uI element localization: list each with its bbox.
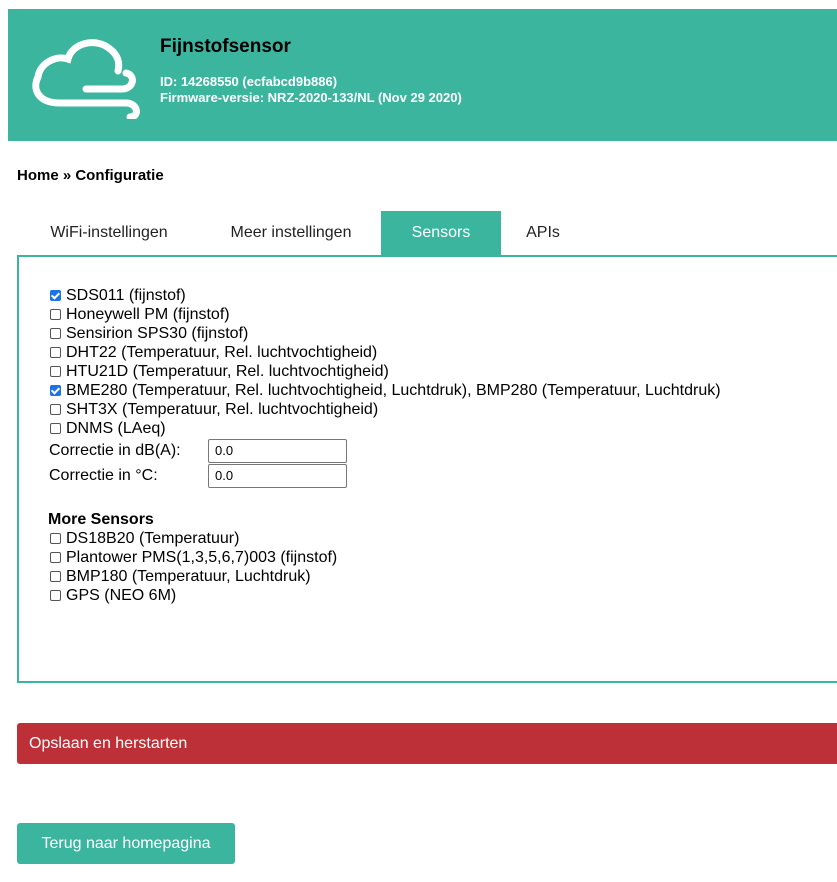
checkbox-bmp180[interactable] (50, 571, 61, 582)
sensor-option-sds011[interactable]: SDS011 (fijnstof) (48, 286, 721, 305)
sensor-label: BME280 (Temperatuur, Rel. luchtvochtighe… (66, 382, 721, 399)
checkbox-sds011[interactable] (50, 290, 61, 301)
checkbox-bme280[interactable] (50, 385, 61, 396)
temp-correction-input[interactable] (208, 463, 347, 488)
back-home-button[interactable]: Terug naar homepagina (17, 823, 235, 864)
sensor-option-sht3x[interactable]: SHT3X (Temperatuur, Rel. luchtvochtighei… (48, 400, 721, 419)
breadcrumb: Home » Configuratie (17, 167, 164, 184)
sensor-label: DHT22 (Temperatuur, Rel. luchtvochtighei… (66, 344, 378, 361)
temp-correction-row: Correctie in °C: (48, 463, 721, 488)
save-restart-button[interactable]: Opslaan en herstarten (17, 723, 837, 764)
sensor-option-gps[interactable]: GPS (NEO 6M) (48, 586, 721, 605)
sensor-label: Sensirion SPS30 (fijnstof) (66, 325, 249, 342)
sensor-option-htu21d[interactable]: HTU21D (Temperatuur, Rel. luchtvochtighe… (48, 362, 721, 381)
sensor-label: BMP180 (Temperatuur, Luchtdruk) (66, 568, 311, 585)
sensor-option-dnms[interactable]: DNMS (LAeq) (48, 419, 721, 438)
sensor-option-plantower[interactable]: Plantower PMS(1,3,5,6,7)003 (fijnstof) (48, 548, 721, 567)
tab-bar: WiFi-instellingen Meer instellingen Sens… (17, 211, 585, 255)
sensor-option-bme280[interactable]: BME280 (Temperatuur, Rel. luchtvochtighe… (48, 381, 721, 400)
sensor-label: HTU21D (Temperatuur, Rel. luchtvochtighe… (66, 363, 389, 380)
tab-sensors[interactable]: Sensors (381, 211, 501, 255)
checkbox-htu21d[interactable] (50, 366, 61, 377)
db-correction-row: Correctie in dB(A): (48, 438, 721, 463)
sensor-label: Plantower PMS(1,3,5,6,7)003 (fijnstof) (66, 549, 338, 566)
sensor-label: GPS (NEO 6M) (66, 587, 177, 604)
sensor-option-ds18b20[interactable]: DS18B20 (Temperatuur) (48, 529, 721, 548)
tab-apis[interactable]: APIs (501, 211, 585, 255)
sensor-option-honeywell[interactable]: Honeywell PM (fijnstof) (48, 305, 721, 324)
checkbox-ds18b20[interactable] (50, 533, 61, 544)
sensor-option-dht22[interactable]: DHT22 (Temperatuur, Rel. luchtvochtighei… (48, 343, 721, 362)
checkbox-honeywell[interactable] (50, 309, 61, 320)
tab-more-settings[interactable]: Meer instellingen (201, 211, 381, 255)
checkbox-dht22[interactable] (50, 347, 61, 358)
sensor-option-sps30[interactable]: Sensirion SPS30 (fijnstof) (48, 324, 721, 343)
sensor-label: SHT3X (Temperatuur, Rel. luchtvochtighei… (66, 401, 379, 418)
sensor-label: Honeywell PM (fijnstof) (66, 306, 230, 323)
sensor-option-bmp180[interactable]: BMP180 (Temperatuur, Luchtdruk) (48, 567, 721, 586)
checkbox-plantower[interactable] (50, 552, 61, 563)
checkbox-sht3x[interactable] (50, 404, 61, 415)
checkbox-sps30[interactable] (50, 328, 61, 339)
cloud-wind-icon (32, 39, 140, 119)
firmware-version: Firmware-versie: NRZ-2020-133/NL (Nov 29… (160, 90, 462, 105)
app-title: Fijnstofsensor (160, 36, 291, 57)
header-banner: Fijnstofsensor ID: 14268550 (ecfabcd9b88… (8, 9, 837, 141)
sensor-label: DS18B20 (Temperatuur) (66, 530, 240, 547)
more-sensors-title: More Sensors (48, 511, 154, 528)
sensors-panel: SDS011 (fijnstof) Honeywell PM (fijnstof… (17, 255, 837, 683)
tab-wifi-settings[interactable]: WiFi-instellingen (17, 211, 201, 255)
db-correction-input[interactable] (208, 438, 347, 463)
checkbox-gps[interactable] (50, 590, 61, 601)
sensor-label: SDS011 (fijnstof) (66, 287, 186, 304)
device-id: ID: 14268550 (ecfabcd9b886) (160, 74, 338, 89)
checkbox-dnms[interactable] (50, 423, 61, 434)
db-correction-label: Correctie in dB(A): (49, 442, 181, 459)
sensor-label: DNMS (LAeq) (66, 420, 166, 437)
temp-correction-label: Correctie in °C: (49, 467, 158, 484)
